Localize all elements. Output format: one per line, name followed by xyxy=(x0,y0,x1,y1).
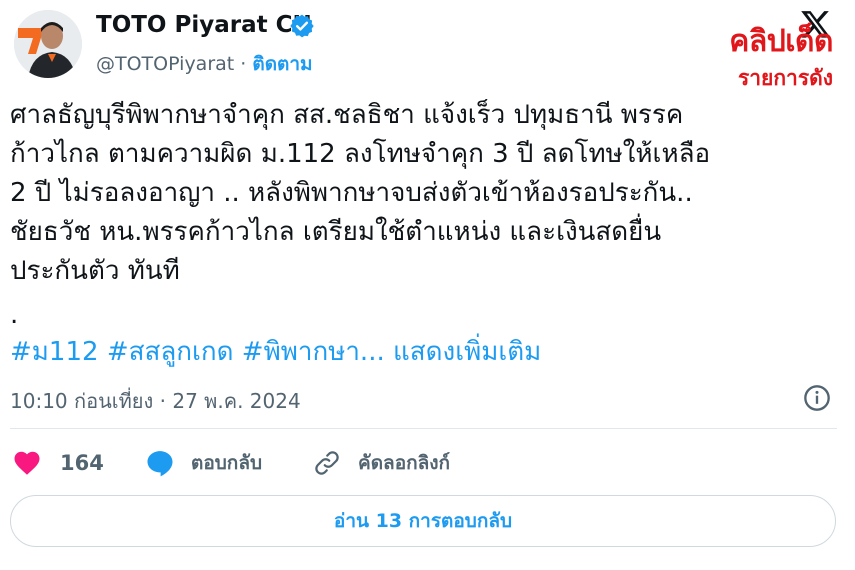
reply-label: ตอบกลับ xyxy=(191,452,263,474)
author-avatar[interactable] xyxy=(14,10,82,78)
read-replies-button[interactable]: อ่าน 13 การตอบกลับ xyxy=(10,495,836,547)
follow-button[interactable]: ติดตาม xyxy=(252,53,312,75)
overlay-subtitle: รายการดัง xyxy=(737,66,833,90)
author-handle-line: @TOTOPiyarat · ติดตาม xyxy=(96,49,313,79)
tweet-text: ศาลธัญบุรีพิพากษาจำคุก สส.ชลธิชา แจ้งเร็… xyxy=(10,100,711,286)
show-more-link[interactable]: แสดงเพิ่มเติม xyxy=(393,337,541,367)
hashtags-link[interactable]: #ม112 #สสลูกเกด #พิพากษา... xyxy=(10,337,385,367)
like-button[interactable]: 164 xyxy=(12,446,104,480)
reply-button[interactable]: ตอบกลับ xyxy=(145,446,262,480)
divider xyxy=(10,428,837,429)
overlay-title: คลิปเด็ด xyxy=(729,24,833,59)
tweet-timestamp[interactable]: 10:10 ก่อนเที่ยง · 27 พ.ค. 2024 xyxy=(10,385,301,417)
copy-link-label: คัดลอกลิงก์ xyxy=(358,452,451,474)
verified-badge-icon xyxy=(290,14,314,38)
reply-bubble-icon xyxy=(147,451,173,477)
tweet-card: TOTO Piyarat CH @TOTOPiyarat · ติดตาม คล… xyxy=(0,0,855,570)
heart-icon xyxy=(14,451,40,475)
handle-separator: · xyxy=(234,53,253,75)
info-icon[interactable] xyxy=(803,384,831,412)
hashtag-line: #ม112 #สสลูกเกด #พิพากษา... แสดงเพิ่มเติ… xyxy=(10,333,541,372)
avatar-image xyxy=(14,10,82,78)
link-icon xyxy=(315,451,339,475)
like-count: 164 xyxy=(60,451,104,475)
copy-link-button[interactable]: คัดลอกลิงก์ xyxy=(312,446,450,480)
author-name[interactable]: TOTO Piyarat CH xyxy=(96,12,312,38)
tweet-dot: . xyxy=(10,300,19,330)
author-handle[interactable]: @TOTOPiyarat xyxy=(96,53,234,75)
